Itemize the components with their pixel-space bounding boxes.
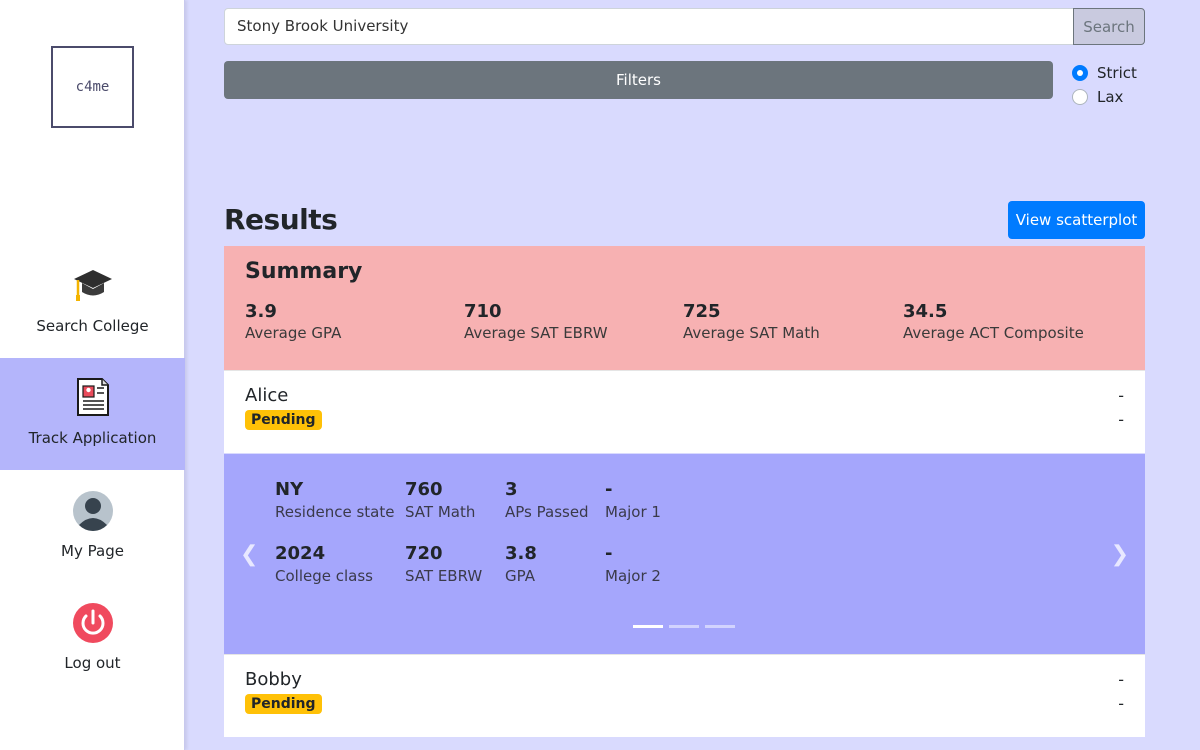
detail-label: GPA (505, 567, 535, 585)
stat-label: Average GPA (245, 324, 342, 342)
detail-field: - Major 2 (605, 543, 661, 585)
document-icon (76, 378, 109, 416)
detail-label: SAT EBRW (405, 567, 483, 585)
logo: c4me (51, 46, 134, 128)
detail-field: - Major 1 (605, 479, 661, 521)
detail-value: 3 (505, 479, 518, 500)
summary-title: Summary (245, 259, 363, 284)
carousel-indicator[interactable] (705, 625, 735, 628)
detail-field: 2024 College class (275, 543, 373, 585)
detail-value: - (605, 543, 613, 564)
chevron-right-icon[interactable]: ❯ (1111, 542, 1129, 567)
detail-label: Major 2 (605, 567, 661, 585)
applicant-row[interactable]: Bobby Pending - - (224, 654, 1145, 737)
applicant-info-line: - (1118, 386, 1124, 405)
results-heading: Results (224, 203, 338, 236)
graduation-cap-icon (73, 270, 112, 301)
radio-label: Lax (1097, 88, 1124, 106)
detail-value: 3.8 (505, 543, 537, 564)
applicant-name: Bobby (245, 669, 302, 690)
detail-value: - (605, 479, 613, 500)
detail-value: 720 (405, 543, 443, 564)
applicant-detail-carousel: ❮ ❯ NY Residence state 760 SAT Math 3 AP… (224, 454, 1145, 654)
summary-card: Summary 3.9 Average GPA 710 Average SAT … (224, 246, 1145, 370)
radio-label: Strict (1097, 64, 1137, 82)
detail-label: Major 1 (605, 503, 661, 521)
radio-selected-icon[interactable] (1072, 65, 1088, 81)
sidebar-item-search-college[interactable]: Search College (0, 246, 185, 358)
sidebar-item-log-out[interactable]: Log out (0, 582, 185, 694)
view-scatterplot-button[interactable]: View scatterplot (1008, 201, 1145, 239)
summary-stat: 3.9 Average GPA (245, 301, 341, 342)
detail-label: Residence state (275, 503, 395, 521)
power-icon (72, 603, 113, 643)
stat-label: Average SAT EBRW (464, 324, 608, 342)
applicant-info-line: - (1118, 694, 1124, 713)
detail-label: SAT Math (405, 503, 476, 521)
detail-field: NY Residence state (275, 479, 394, 521)
applicant-row[interactable]: Alice Pending - - (224, 370, 1145, 453)
stat-value: 710 (464, 301, 502, 322)
applicant-info-line: - (1118, 670, 1124, 689)
sidebar-item-label: Log out (64, 654, 121, 672)
filters-button[interactable]: Filters (224, 61, 1053, 99)
detail-field: 720 SAT EBRW (405, 543, 482, 585)
summary-stat: 725 Average SAT Math (683, 301, 820, 342)
sidebar-item-label: Search College (36, 317, 149, 335)
detail-label: APs Passed (505, 503, 589, 521)
sidebar-item-my-page[interactable]: My Page (0, 470, 185, 582)
summary-stat: 34.5 Average ACT Composite (903, 301, 1084, 342)
stat-label: Average ACT Composite (903, 324, 1084, 342)
detail-field: 3.8 GPA (505, 543, 537, 585)
carousel-indicator[interactable] (633, 625, 663, 628)
strict-radio-option[interactable]: Strict (1072, 64, 1137, 82)
detail-field: 3 APs Passed (505, 479, 589, 521)
chevron-left-icon[interactable]: ❮ (240, 542, 258, 567)
detail-field: 760 SAT Math (405, 479, 475, 521)
summary-stat: 710 Average SAT EBRW (464, 301, 608, 342)
search-input[interactable]: Stony Brook University (224, 8, 1074, 45)
stat-value: 3.9 (245, 301, 277, 322)
logo-text: c4me (75, 79, 110, 95)
radio-unselected-icon[interactable] (1072, 89, 1088, 105)
detail-value: 760 (405, 479, 443, 500)
sidebar-item-label: My Page (61, 542, 124, 560)
detail-value: 2024 (275, 543, 326, 564)
status-badge: Pending (245, 694, 322, 714)
carousel-indicator[interactable] (669, 625, 699, 628)
search-button[interactable]: Search (1073, 8, 1145, 45)
applicant-info-line: - (1118, 410, 1124, 429)
sidebar: c4me Search College Track Application My… (0, 0, 185, 750)
sidebar-item-label: Track Application (28, 429, 157, 447)
stat-value: 34.5 (903, 301, 948, 322)
user-avatar-icon (72, 491, 113, 531)
sidebar-item-track-application[interactable]: Track Application (0, 358, 185, 470)
applicant-name: Alice (245, 385, 289, 406)
stat-value: 725 (683, 301, 721, 322)
status-badge: Pending (245, 410, 322, 430)
stat-label: Average SAT Math (683, 324, 820, 342)
lax-radio-option[interactable]: Lax (1072, 88, 1123, 106)
detail-label: College class (275, 567, 373, 585)
detail-value: NY (275, 479, 304, 500)
